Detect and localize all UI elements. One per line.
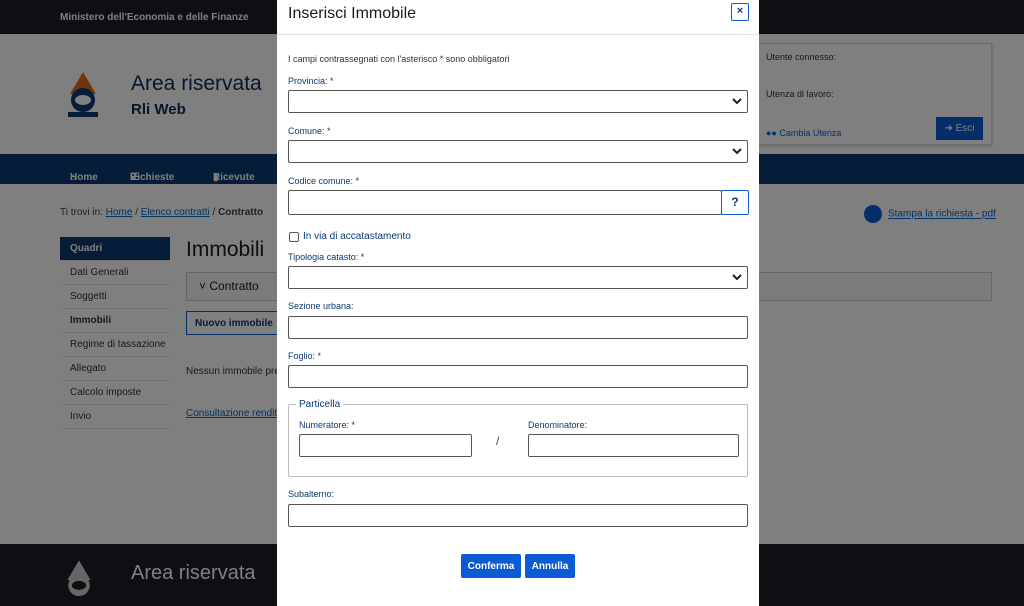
subalterno-label: Subalterno: <box>288 489 335 499</box>
modal-divider <box>277 34 759 35</box>
comune-select[interactable] <box>288 140 748 163</box>
conferma-button[interactable]: Conferma <box>461 554 521 578</box>
help-button[interactable]: ? <box>721 190 749 215</box>
foglio-input[interactable] <box>288 365 748 388</box>
modal-title: Inserisci Immobile <box>288 5 417 22</box>
sezione-urbana-label: Sezione urbana: <box>288 301 354 311</box>
particella-separator: / <box>496 434 500 448</box>
tipologia-catasto-select[interactable] <box>288 266 748 289</box>
subalterno-input[interactable] <box>288 504 748 527</box>
comune-label: Comune: * <box>288 126 331 136</box>
provincia-select[interactable] <box>288 90 748 113</box>
codice-comune-input[interactable] <box>288 190 722 215</box>
chevron-down-icon <box>732 274 742 281</box>
denominatore-input[interactable] <box>528 434 739 457</box>
annulla-button[interactable]: Annulla <box>525 554 575 578</box>
tipologia-catasto-label: Tipologia catasto: * <box>288 252 365 262</box>
accatastamento-checkbox[interactable] <box>289 232 299 242</box>
codice-comune-label: Codice comune: * <box>288 176 360 186</box>
required-note: I campi contrassegnati con l'asterisco *… <box>288 54 510 64</box>
numeratore-label: Numeratore: * <box>299 420 356 430</box>
chevron-down-icon <box>732 148 742 155</box>
denominatore-label: Denominatore: <box>528 420 588 430</box>
foglio-label: Foglio: * <box>288 351 322 361</box>
numeratore-input[interactable] <box>299 434 472 457</box>
sezione-urbana-input[interactable] <box>288 316 748 339</box>
close-icon[interactable]: × <box>731 3 749 21</box>
provincia-label: Provincia: * <box>288 76 334 86</box>
particella-legend: Particella <box>296 399 344 410</box>
accatastamento-label[interactable]: In via di accatastamento <box>303 231 411 242</box>
chevron-down-icon <box>732 98 742 105</box>
inserisci-immobile-modal: Inserisci Immobile × I campi contrassegn… <box>277 0 759 606</box>
